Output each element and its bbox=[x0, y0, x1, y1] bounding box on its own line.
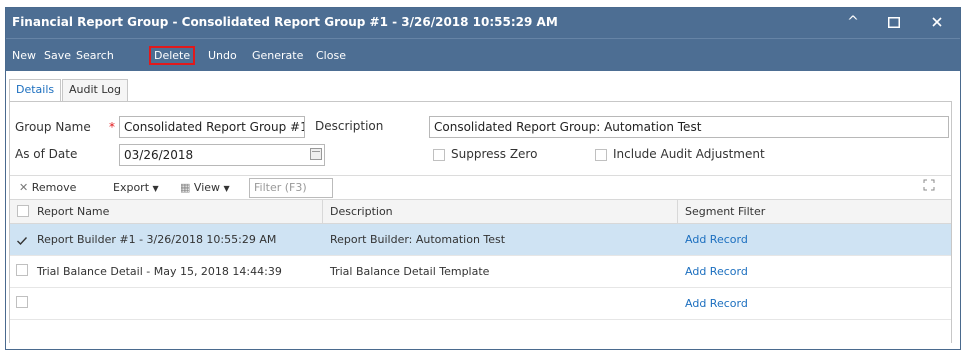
undo-button[interactable]: Undo bbox=[208, 46, 237, 65]
view-button[interactable]: ▦ View ▼ bbox=[180, 181, 230, 194]
add-record-link[interactable]: Add Record bbox=[685, 297, 748, 310]
chevron-down-icon: ▼ bbox=[152, 184, 159, 193]
row-checkbox[interactable] bbox=[16, 296, 28, 308]
grid-header: Report Name Description Segment Filter bbox=[10, 199, 951, 224]
window-title: Financial Report Group - Consolidated Re… bbox=[12, 15, 558, 29]
calendar-icon[interactable] bbox=[310, 148, 322, 160]
column-segment-filter[interactable]: Segment Filter bbox=[685, 205, 765, 218]
table-row[interactable]: Report Builder #1 - 3/26/2018 10:55:29 A… bbox=[10, 224, 951, 256]
filter-input[interactable]: Filter (F3) bbox=[249, 178, 333, 198]
group-name-label: Group Name bbox=[15, 120, 91, 134]
table-row[interactable]: Add Record bbox=[10, 288, 951, 320]
close-window-icon[interactable] bbox=[924, 11, 950, 33]
save-button[interactable]: Save bbox=[44, 46, 71, 65]
description-cell: Trial Balance Detail Template bbox=[330, 265, 490, 278]
collapse-icon[interactable]: ^ bbox=[840, 11, 866, 33]
close-button[interactable]: Close bbox=[316, 46, 346, 65]
description-cell: Report Builder: Automation Test bbox=[330, 233, 506, 246]
remove-label: Remove bbox=[31, 181, 77, 194]
group-name-input[interactable]: Consolidated Report Group #1 - bbox=[119, 116, 305, 138]
new-button[interactable]: New bbox=[12, 46, 36, 65]
grid-view-icon: ▦ bbox=[180, 181, 191, 194]
search-button[interactable]: Search bbox=[76, 46, 114, 65]
as-of-date-value: 03/26/2018 bbox=[124, 148, 194, 162]
delete-button[interactable]: Delete bbox=[149, 46, 196, 65]
toolbar: New Save Search Delete Undo Generate Clo… bbox=[6, 38, 960, 71]
suppress-zero-label: Suppress Zero bbox=[451, 147, 538, 161]
description-input[interactable]: Consolidated Report Group: Automation Te… bbox=[429, 116, 949, 138]
suppress-zero-checkbox[interactable] bbox=[433, 149, 445, 161]
column-divider bbox=[677, 200, 678, 223]
as-of-date-input[interactable]: 03/26/2018 bbox=[119, 144, 325, 166]
details-panel: Group Name * Consolidated Report Group #… bbox=[9, 101, 952, 343]
generate-button[interactable]: Generate bbox=[252, 46, 303, 65]
add-record-link[interactable]: Add Record bbox=[685, 233, 748, 246]
expand-icon[interactable] bbox=[923, 179, 935, 194]
remove-button[interactable]: ✕ Remove bbox=[19, 181, 76, 194]
column-report-name[interactable]: Report Name bbox=[37, 205, 109, 218]
view-label: View bbox=[193, 181, 221, 194]
column-description[interactable]: Description bbox=[330, 205, 393, 218]
maximize-icon[interactable] bbox=[881, 11, 907, 33]
export-label: Export bbox=[113, 181, 150, 194]
chevron-down-icon: ▼ bbox=[223, 184, 230, 193]
as-of-date-label: As of Date bbox=[15, 147, 78, 161]
required-marker: * bbox=[109, 120, 115, 134]
table-row[interactable]: Trial Balance Detail - May 15, 2018 14:4… bbox=[10, 256, 951, 288]
tab-details[interactable]: Details bbox=[9, 79, 62, 102]
column-divider bbox=[322, 200, 323, 223]
title-bar: Financial Report Group - Consolidated Re… bbox=[6, 8, 960, 38]
report-name-cell: Report Builder #1 - 3/26/2018 10:55:29 A… bbox=[37, 233, 277, 246]
export-button[interactable]: Export ▼ bbox=[113, 181, 159, 194]
include-audit-checkbox[interactable] bbox=[595, 149, 607, 161]
include-audit-label: Include Audit Adjustment bbox=[613, 147, 765, 161]
row-checkmark-icon[interactable] bbox=[16, 232, 28, 246]
add-record-link[interactable]: Add Record bbox=[685, 265, 748, 278]
description-label: Description bbox=[315, 119, 384, 133]
select-all-checkbox[interactable] bbox=[17, 205, 29, 217]
remove-icon: ✕ bbox=[19, 181, 29, 194]
report-name-cell: Trial Balance Detail - May 15, 2018 14:4… bbox=[37, 265, 282, 278]
grid-toolbar: ✕ Remove Export ▼ ▦ View ▼ Filter (F3) bbox=[10, 175, 951, 199]
row-checkbox[interactable] bbox=[16, 264, 28, 276]
tab-audit-log[interactable]: Audit Log bbox=[62, 79, 128, 101]
